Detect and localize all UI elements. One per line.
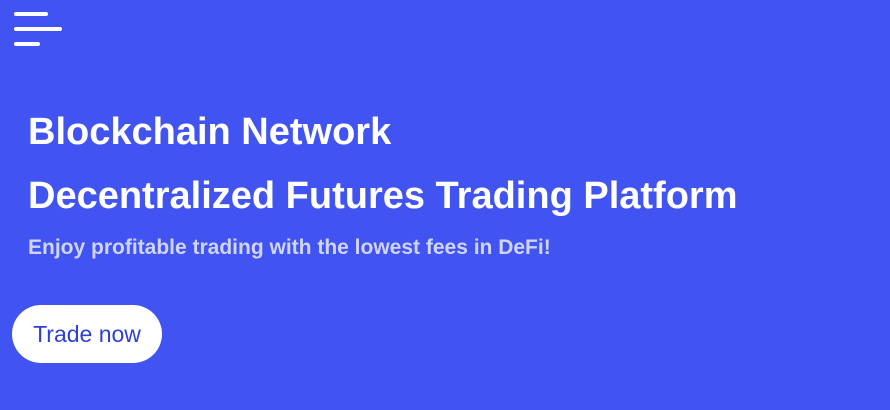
menu-line-middle xyxy=(14,27,62,31)
hero-section: Blockchain Network Decentralized Futures… xyxy=(28,108,878,262)
hamburger-menu-icon[interactable] xyxy=(14,10,64,50)
menu-line-bottom xyxy=(14,42,40,46)
trade-now-button[interactable]: Trade now xyxy=(12,305,162,363)
hero-title-line-1: Blockchain Network xyxy=(28,111,392,153)
hero-title-line-2: Decentralized Futures Trading Platform xyxy=(28,175,738,217)
menu-line-top xyxy=(14,12,48,16)
hero-subtitle: Enjoy profitable trading with the lowest… xyxy=(28,236,551,259)
